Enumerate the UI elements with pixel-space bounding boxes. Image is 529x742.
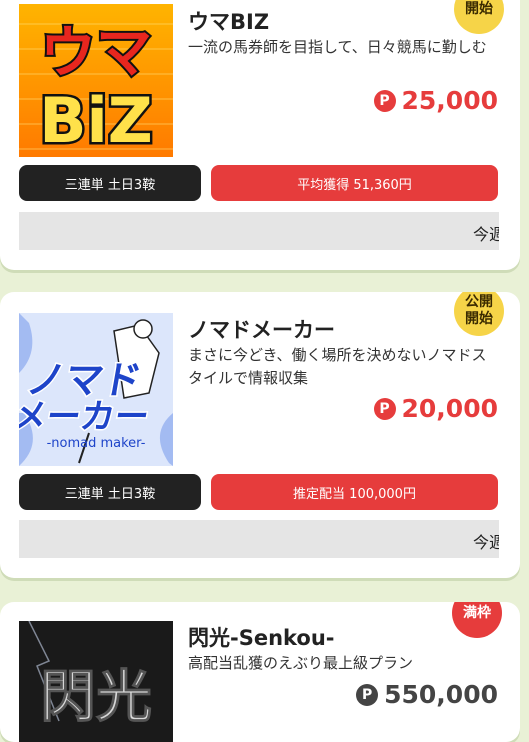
ticker-text: 今週 (472, 225, 499, 244)
point-icon: P (373, 397, 396, 420)
plan-description: まさに今どき、働く場所を決めないノマドスタイルで情報収集 (188, 346, 487, 387)
badge-text: 開始 (465, 0, 493, 17)
badge-text: 満枠 (463, 604, 491, 621)
status-badge: 満枠 (452, 602, 502, 638)
plan-price: P 20,000 (373, 394, 498, 423)
thumb-logo-line2: メーカー (19, 397, 152, 437)
plan-card-senkou[interactable]: 満枠 閃光 閃光-Senkou- 高配当乱獲のえぶり最上級プラン P 550,0… (0, 602, 520, 742)
price-value: 550,000 (384, 680, 498, 709)
plan-title[interactable]: 閃光-Senkou- (188, 622, 335, 652)
badge-text-2: 開始 (465, 311, 493, 327)
thumb-logo-line2: BiZ (39, 84, 152, 157)
ticker-text: 今週 (472, 533, 499, 552)
plan-thumbnail[interactable]: ノマド メーカー -nomad maker- (19, 313, 173, 466)
plan-card-umabiz[interactable]: 開始 ウマ BiZ ウマBIZ 一流の馬券師を目指して、日々競馬に勤しむ P 2… (0, 0, 520, 270)
plan-thumbnail[interactable]: ウマ BiZ (19, 4, 173, 157)
point-icon: P (373, 89, 396, 112)
result-tag[interactable]: 推定配当 100,000円 (211, 474, 498, 510)
price-value: 25,000 (401, 86, 498, 115)
news-ticker: 今週 (19, 520, 499, 558)
thumb-logo-line1: ウマ (40, 21, 152, 86)
plan-title[interactable]: ウマBIZ (188, 6, 269, 36)
plan-price: P 550,000 (356, 680, 498, 709)
status-badge: 開始 (454, 0, 504, 34)
status-badge: 公開 開始 (454, 292, 504, 336)
result-tag[interactable]: 平均獲得 51,360円 (211, 165, 498, 201)
plan-title[interactable]: ノマドメーカー (188, 314, 335, 344)
thumb-logo-line1: ノマド (23, 358, 145, 403)
thumb-logo: 閃光 (40, 664, 152, 730)
point-icon: P (356, 683, 379, 706)
thumb-logo-sub: -nomad maker- (47, 436, 146, 451)
race-type-tag: 三連単 土日3鞍 (19, 165, 201, 201)
badge-text-1: 公開 (465, 294, 493, 310)
price-value: 20,000 (401, 394, 498, 423)
plan-card-nomadmaker[interactable]: 公開 開始 ノマド メーカー -nomad maker- ノマドメーカー まさに… (0, 292, 520, 578)
plan-price: P 25,000 (373, 86, 498, 115)
plan-description: 高配当乱獲のえぶり最上級プラン (188, 654, 414, 672)
plan-thumbnail[interactable]: 閃光 (19, 621, 173, 742)
plan-description: 一流の馬券師を目指して、日々競馬に勤しむ (188, 38, 487, 56)
race-type-tag: 三連単 土日3鞍 (19, 474, 201, 510)
news-ticker: 今週 (19, 212, 499, 250)
